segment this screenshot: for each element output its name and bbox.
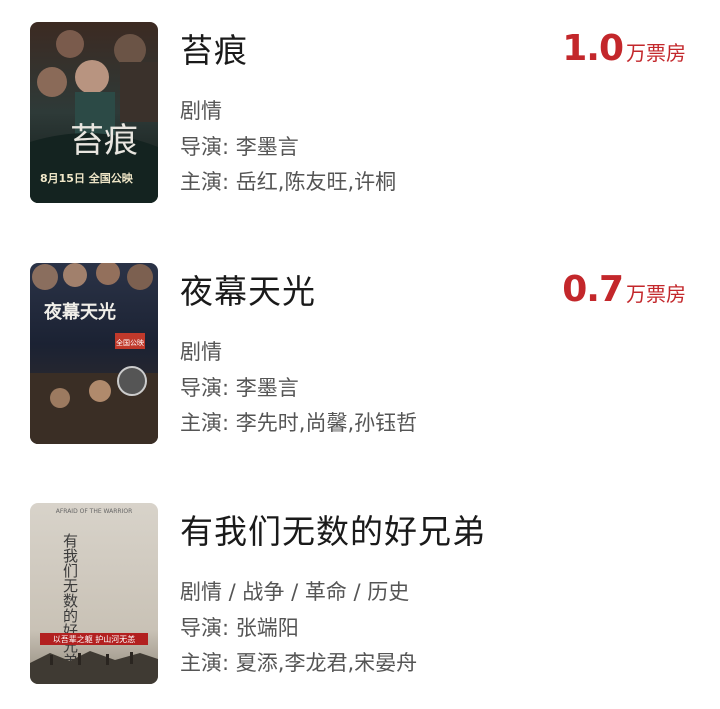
box-office-unit: 万票房 [626, 282, 686, 306]
cast-names: 夏添,李龙君,宋晏舟 [235, 651, 418, 675]
poster-title-text: 夜幕天光 [43, 301, 116, 323]
cast-label: 主演: [180, 651, 236, 675]
box-office: 1.0 万票房 [562, 28, 686, 69]
director-name: 李墨言 [235, 376, 299, 400]
box-office-value: 0.7 [562, 269, 624, 310]
poster-image: 苔痕 8月15日 全国公映 [30, 22, 158, 203]
poster-title-text: 苔痕 [70, 121, 138, 161]
director-name: 张端阳 [235, 616, 299, 640]
poster-image: AFRAID OF THE WARRIOR 有我们无数的好兄弟 以吾辈之躯 护山… [30, 503, 158, 684]
cast-label: 主演: [180, 170, 236, 194]
cast-names: 李先时,尚馨,孙钰哲 [235, 411, 418, 435]
movie-poster[interactable]: 苔痕 8月15日 全国公映 [30, 22, 158, 203]
movie-title[interactable]: 有我们无数的好兄弟 [180, 505, 486, 553]
movie-poster[interactable]: AFRAID OF THE WARRIOR 有我们无数的好兄弟 以吾辈之躯 护山… [30, 503, 158, 684]
movie-title[interactable]: 夜幕天光 [180, 265, 316, 313]
movie-title[interactable]: 苔痕 [180, 24, 248, 72]
movie-genres: 剧情 [180, 99, 222, 123]
poster-image: 夜幕天光 全国公映 [30, 263, 158, 444]
movie-genres: 剧情 [180, 340, 222, 364]
box-office: 0.7 万票房 [562, 269, 686, 310]
movie-cast: 主演: 夏添,李龙君,宋晏舟 [180, 647, 417, 677]
director-label: 导演: [180, 616, 236, 640]
movie-list: 苔痕 8月15日 全国公映 苔痕 1.0 万票房 剧情 导演: 李墨言 主演: 岳… [0, 0, 720, 709]
cast-label: 主演: [180, 411, 236, 435]
movie-item[interactable]: 夜幕天光 全国公映 夜幕天光 0.7 万票房 剧情 导演: 李墨言 主演: 李先时… [0, 263, 720, 444]
movie-item[interactable]: 苔痕 8月15日 全国公映 苔痕 1.0 万票房 剧情 导演: 李墨言 主演: 岳… [0, 22, 720, 203]
movie-cast: 主演: 岳红,陈友旺,许桐 [180, 166, 396, 196]
movie-director: 导演: 李墨言 [180, 372, 299, 402]
movie-poster[interactable]: 夜幕天光 全国公映 [30, 263, 158, 444]
director-label: 导演: [180, 135, 236, 159]
movie-cast: 主演: 李先时,尚馨,孙钰哲 [180, 407, 417, 437]
poster-top-text: AFRAID OF THE WARRIOR [56, 508, 133, 515]
director-name: 李墨言 [235, 135, 299, 159]
poster-release-text: 8月15日 全国公映 [40, 171, 134, 185]
poster-release-text: 全国公映 [116, 338, 144, 347]
box-office-value: 1.0 [562, 28, 624, 69]
cast-names: 岳红,陈友旺,许桐 [235, 170, 397, 194]
director-label: 导演: [180, 376, 236, 400]
movie-director: 导演: 李墨言 [180, 131, 299, 161]
movie-director: 导演: 张端阳 [180, 612, 299, 642]
movie-item[interactable]: AFRAID OF THE WARRIOR 有我们无数的好兄弟 以吾辈之躯 护山… [0, 503, 720, 684]
poster-title-text: 有我们无数的好兄弟 [61, 533, 79, 668]
poster-tagline: 以吾辈之躯 护山河无恙 [53, 634, 136, 644]
movie-genres: 剧情 / 战争 / 革命 / 历史 [180, 580, 410, 604]
box-office-unit: 万票房 [626, 41, 686, 65]
